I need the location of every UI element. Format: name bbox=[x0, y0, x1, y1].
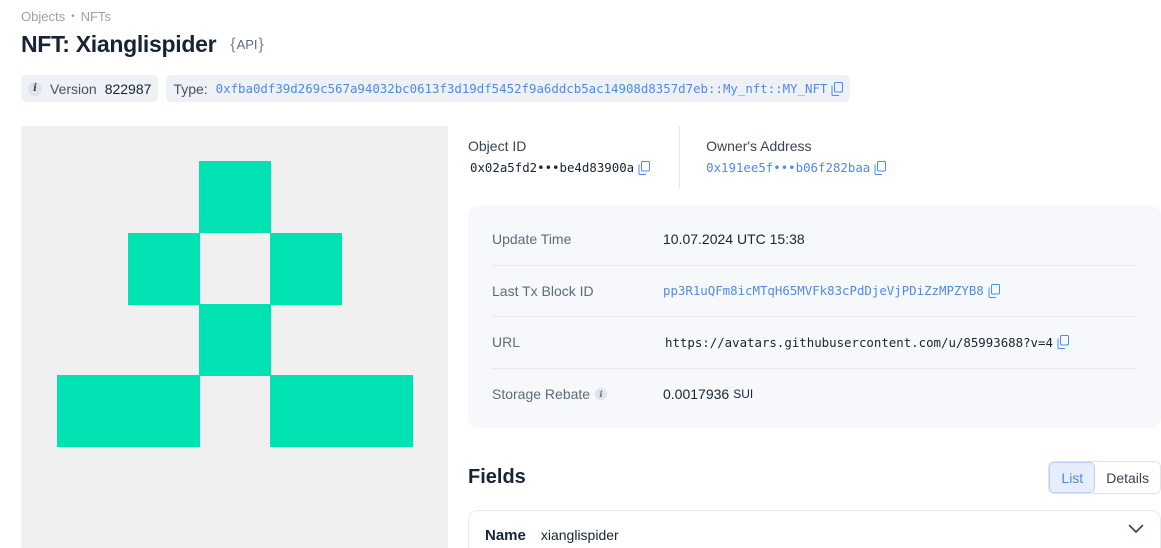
owner-label: Owner's Address bbox=[706, 138, 812, 154]
version-label: Version bbox=[50, 80, 97, 97]
owner-block: Owner's Address 0x191ee5f•••b06f282baa bbox=[706, 126, 887, 189]
object-id-text: 0x02a5fd2•••be4d83900a bbox=[470, 160, 635, 175]
storage-rebate-amount: 0.0017936 bbox=[663, 386, 730, 403]
last-tx-link[interactable]: pp3R1uQFm8icMTqH65MVFk83cPdDjeVjPDiZzMPZ… bbox=[663, 283, 984, 298]
breadcrumb-objects[interactable]: Objects bbox=[21, 9, 65, 24]
nft-pixel bbox=[57, 375, 200, 447]
nft-identicon bbox=[57, 161, 413, 447]
last-tx-value: pp3R1uQFm8icMTqH65MVFk83cPdDjeVjPDiZzMPZ… bbox=[663, 283, 1000, 298]
detail-row-update-time: Update Time 10.07.2024 UTC 15:38 bbox=[492, 214, 1137, 266]
nft-image[interactable] bbox=[21, 126, 448, 548]
field-value: xianglispider bbox=[540, 527, 619, 543]
api-brace-open: { bbox=[230, 35, 236, 53]
last-tx-label: Last Tx Block ID bbox=[492, 282, 594, 299]
chevron-down-icon[interactable] bbox=[1128, 524, 1144, 534]
nft-pixel bbox=[270, 233, 342, 305]
url-value: https://avatars.githubusercontent.com/u/… bbox=[663, 335, 1069, 350]
breadcrumb-nfts[interactable]: NFTs bbox=[81, 9, 111, 24]
breadcrumb-separator: • bbox=[71, 11, 75, 22]
version-chip: i Version 822987 bbox=[21, 75, 159, 102]
api-brace-close: } bbox=[258, 35, 264, 53]
field-row[interactable]: Name xianglispider bbox=[468, 510, 1161, 548]
api-link[interactable]: { API } bbox=[230, 36, 264, 54]
object-id-block: Object ID 0x02a5fd2•••be4d83900a bbox=[468, 126, 651, 189]
owner-address-link[interactable]: 0x191ee5f•••b06f282baa bbox=[706, 160, 870, 175]
title-row: NFT: Xianglispider { API } bbox=[21, 31, 264, 58]
object-id-value: 0x02a5fd2•••be4d83900a bbox=[468, 160, 651, 175]
update-time-value: 10.07.2024 UTC 15:38 bbox=[663, 231, 805, 248]
id-section: Object ID 0x02a5fd2•••be4d83900a Owner's… bbox=[468, 126, 887, 189]
copy-icon[interactable] bbox=[988, 283, 1000, 298]
url-text: https://avatars.githubusercontent.com/u/… bbox=[665, 334, 1053, 350]
page-title: NFT: Xianglispider bbox=[21, 31, 217, 57]
view-toggle: List Details bbox=[1048, 461, 1161, 494]
detail-row-last-tx: Last Tx Block ID pp3R1uQFm8icMTqH65MVFk8… bbox=[492, 266, 1137, 317]
fields-title: Fields bbox=[468, 466, 526, 488]
storage-rebate-value: 0.0017936 SUI bbox=[663, 386, 753, 402]
update-time-label: Update Time bbox=[492, 231, 572, 248]
copy-icon[interactable] bbox=[831, 81, 844, 96]
copy-icon[interactable] bbox=[638, 160, 651, 175]
details-card: Update Time 10.07.2024 UTC 15:38 Last Tx… bbox=[468, 206, 1161, 428]
url-label: URL bbox=[492, 334, 521, 351]
detail-row-url: URL https://avatars.githubusercontent.co… bbox=[492, 317, 1137, 369]
info-icon[interactable]: i bbox=[595, 388, 608, 401]
divider bbox=[679, 126, 681, 189]
copy-icon[interactable] bbox=[1057, 335, 1069, 350]
nft-pixel bbox=[128, 233, 200, 305]
detail-row-storage-rebate: Storage Rebate i 0.0017936 SUI bbox=[492, 369, 1137, 421]
nft-pixel bbox=[199, 161, 271, 233]
view-list-button[interactable]: List bbox=[1049, 462, 1096, 493]
fields-header: Fields List Details bbox=[468, 461, 1161, 494]
breadcrumb: Objects • NFTs bbox=[21, 9, 111, 24]
nft-pixel bbox=[270, 375, 413, 447]
copy-icon[interactable] bbox=[874, 160, 887, 175]
meta-row: i Version 822987 Type: 0xfba0df39d269c56… bbox=[21, 75, 851, 102]
view-details-button[interactable]: Details bbox=[1095, 462, 1160, 493]
nft-pixel bbox=[199, 304, 271, 376]
version-value: 822987 bbox=[104, 80, 152, 97]
api-label: API bbox=[236, 37, 258, 52]
type-label: Type: bbox=[173, 80, 208, 97]
storage-rebate-unit: SUI bbox=[733, 387, 754, 402]
info-icon: i bbox=[28, 81, 42, 96]
object-id-label: Object ID bbox=[468, 138, 527, 154]
storage-rebate-label-wrap: Storage Rebate i bbox=[492, 386, 663, 402]
owner-value: 0x191ee5f•••b06f282baa bbox=[706, 160, 887, 175]
type-chip: Type: 0xfba0df39d269c567a94032bc0613f3d1… bbox=[166, 75, 851, 102]
storage-rebate-label: Storage Rebate bbox=[492, 386, 591, 403]
type-link[interactable]: 0xfba0df39d269c567a94032bc0613f3d19df545… bbox=[216, 81, 828, 96]
field-name: Name bbox=[485, 526, 526, 544]
